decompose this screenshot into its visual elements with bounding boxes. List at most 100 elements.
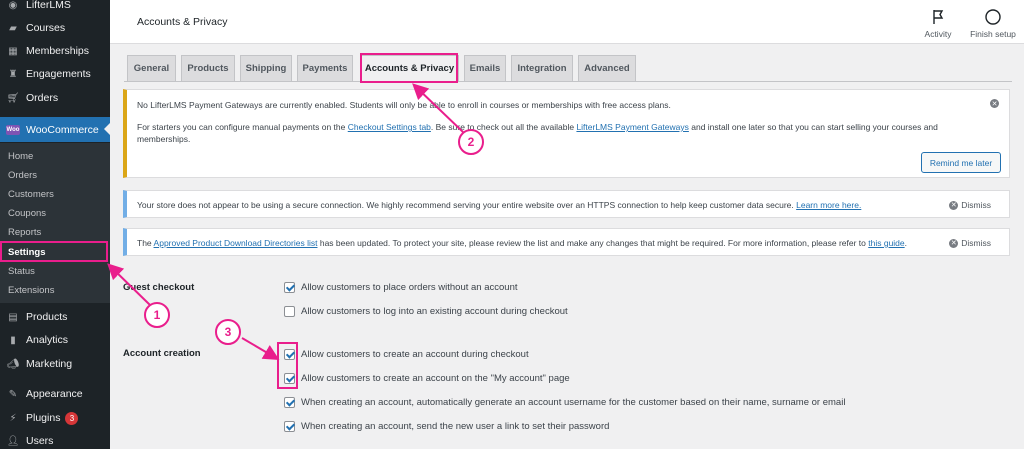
- sidebar-item-woocommerce[interactable]: Woo WooCommerce: [0, 117, 110, 142]
- sidebar-item-label: LifterLMS: [26, 0, 71, 11]
- learn-more-link[interactable]: Learn more here.: [796, 200, 861, 210]
- account-creation-label: Account creation: [123, 348, 201, 359]
- page-header: Accounts & Privacy Activity Finish setup: [110, 0, 1024, 44]
- option-login-at-checkout[interactable]: Allow customers to log into an existing …: [284, 304, 568, 318]
- engagements-icon: ♜: [8, 68, 18, 80]
- sidebar-item-label: Engagements: [26, 68, 91, 80]
- tab-advanced[interactable]: Advanced: [578, 55, 636, 81]
- close-icon[interactable]: ✕: [990, 99, 999, 108]
- activity-button[interactable]: Activity: [913, 8, 963, 39]
- guest-checkout-label: Guest checkout: [123, 282, 195, 293]
- sidebar-item-label: Products: [26, 311, 68, 323]
- flag-icon: [933, 10, 944, 24]
- activity-label: Activity: [924, 29, 952, 39]
- highlight-account-checkboxes: [277, 342, 298, 389]
- sidebar-item-label: Users: [26, 435, 54, 447]
- submenu-item-reports[interactable]: Reports: [8, 223, 41, 241]
- submenu-item-customers[interactable]: Customers: [8, 185, 54, 203]
- sidebar-item-analytics[interactable]: ▮ Analytics: [0, 329, 110, 351]
- plugins-update-badge: 3: [65, 411, 79, 425]
- finish-setup-button[interactable]: Finish setup: [967, 8, 1019, 39]
- sidebar-item-courses[interactable]: ▰ Courses: [0, 17, 110, 39]
- submenu-item-home[interactable]: Home: [8, 147, 33, 165]
- approved-directories-link[interactable]: Approved Product Download Directories li…: [154, 238, 318, 248]
- tab-integration[interactable]: Integration: [511, 55, 573, 81]
- checkbox[interactable]: [284, 420, 295, 432]
- finish-setup-label: Finish setup: [970, 29, 1016, 39]
- checkbox[interactable]: [284, 396, 295, 408]
- checkout-settings-link[interactable]: Checkout Settings tab: [348, 122, 431, 132]
- highlight-settings: [0, 241, 108, 262]
- lifterlms-icon: ◉: [8, 0, 18, 11]
- sidebar-item-lifterlms[interactable]: ◉ LifterLMS: [0, 0, 110, 16]
- memberships-icon: ▦: [8, 45, 18, 57]
- sidebar-item-memberships[interactable]: ▦ Memberships: [0, 40, 110, 62]
- notice-text: Your store does not appear to be using a…: [137, 200, 862, 210]
- dismiss-button[interactable]: ✕ Dismiss: [949, 200, 991, 210]
- page-title: Accounts & Privacy: [137, 16, 228, 28]
- admin-sidebar: ◉ LifterLMS ▰ Courses ▦ Memberships ♜ En…: [0, 0, 110, 449]
- sidebar-item-products[interactable]: ▤ Products: [0, 306, 110, 328]
- option-create-on-my-account[interactable]: Allow customers to create an account on …: [284, 371, 570, 385]
- woocommerce-submenu: Home Orders Customers Coupons Reports Se…: [0, 143, 110, 303]
- appearance-icon: ✎: [8, 388, 18, 400]
- dismiss-icon: ✕: [949, 200, 959, 210]
- sidebar-item-engagements[interactable]: ♜ Engagements: [0, 63, 110, 85]
- download-directories-notice: The Approved Product Download Directorie…: [123, 228, 1010, 256]
- sidebar-item-marketing[interactable]: 📣︎ Marketing: [0, 353, 110, 375]
- sidebar-item-label: Courses: [26, 22, 66, 34]
- payment-gateways-link[interactable]: LifterLMS Payment Gateways: [576, 122, 688, 132]
- option-guest-orders[interactable]: Allow customers to place orders without …: [284, 280, 518, 294]
- courses-icon: ▰: [9, 22, 17, 34]
- woocommerce-icon: Woo: [6, 124, 20, 135]
- notice-line: For starters you can configure manual pa…: [137, 122, 938, 132]
- checkbox[interactable]: [284, 305, 295, 317]
- submenu-item-coupons[interactable]: Coupons: [8, 204, 46, 222]
- sidebar-item-appearance[interactable]: ✎ Appearance: [0, 383, 110, 405]
- marketing-icon: 📣︎: [6, 358, 20, 370]
- sidebar-item-plugins[interactable]: ⚡︎ Plugins 3: [0, 407, 110, 429]
- option-auto-username[interactable]: When creating an account, automatically …: [284, 395, 845, 409]
- notice-line: No LifterLMS Payment Gateways are curren…: [137, 100, 671, 110]
- tab-payments[interactable]: Payments: [297, 55, 353, 81]
- highlight-accounts-tab: [360, 53, 458, 83]
- sidebar-item-orders[interactable]: 🛒︎ Orders: [0, 87, 110, 109]
- sidebar-item-label: Appearance: [26, 388, 83, 400]
- submenu-item-extensions[interactable]: Extensions: [8, 281, 54, 299]
- analytics-icon: ▮: [10, 334, 16, 346]
- notice-line: memberships.: [137, 134, 191, 144]
- users-icon: 👤︎: [6, 435, 20, 447]
- products-icon: ▤: [8, 311, 18, 323]
- sidebar-item-label: WooCommerce: [26, 123, 99, 136]
- sidebar-item-label: Orders: [26, 92, 59, 104]
- sidebar-item-label: Marketing: [26, 358, 73, 370]
- progress-circle-icon: [985, 9, 1001, 25]
- this-guide-link[interactable]: this guide: [868, 238, 904, 248]
- tab-emails[interactable]: Emails: [464, 55, 506, 81]
- notice-text: The Approved Product Download Directorie…: [137, 238, 908, 248]
- plugins-icon: ⚡︎: [9, 412, 17, 424]
- tab-shipping[interactable]: Shipping: [240, 55, 292, 81]
- orders-icon: 🛒︎: [6, 92, 20, 104]
- sidebar-item-label: Plugins: [26, 412, 61, 424]
- tabs-divider: [124, 81, 1012, 82]
- dismiss-button[interactable]: ✕ Dismiss: [949, 238, 991, 248]
- checkbox[interactable]: [284, 281, 295, 293]
- sidebar-item-users[interactable]: 👤︎ Users: [0, 430, 110, 449]
- submenu-item-status[interactable]: Status: [8, 262, 35, 280]
- arrow-3: [241, 337, 280, 361]
- remind-me-later-button[interactable]: Remind me later: [921, 152, 1001, 173]
- sidebar-item-label: Memberships: [26, 45, 90, 57]
- payment-gateway-notice: No LifterLMS Payment Gateways are curren…: [123, 89, 1010, 178]
- callout-1: 1: [144, 302, 170, 328]
- ssl-notice: Your store does not appear to be using a…: [123, 190, 1010, 218]
- active-indicator: [104, 123, 110, 135]
- tab-products[interactable]: Products: [181, 55, 235, 81]
- option-create-at-checkout[interactable]: Allow customers to create an account dur…: [284, 347, 529, 361]
- callout-3: 3: [215, 319, 241, 345]
- submenu-item-orders[interactable]: Orders: [8, 166, 37, 184]
- sidebar-item-label: Analytics: [26, 334, 69, 346]
- callout-2: 2: [458, 129, 484, 155]
- tab-general[interactable]: General: [127, 55, 176, 81]
- option-send-password-link[interactable]: When creating an account, send the new u…: [284, 419, 609, 433]
